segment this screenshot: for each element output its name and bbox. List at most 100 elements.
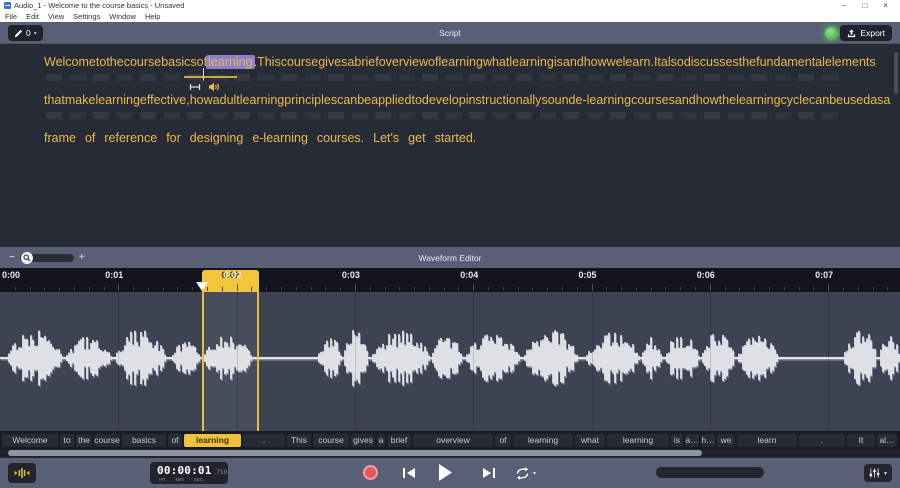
script-word[interactable]: elements xyxy=(825,55,876,70)
script-word[interactable]: learn. xyxy=(623,55,654,70)
word-chip[interactable]: what xyxy=(575,433,605,447)
word-chip[interactable]: . xyxy=(799,433,845,447)
script-word[interactable]: we xyxy=(607,55,623,70)
word-chip-selected[interactable]: learning xyxy=(184,433,241,447)
script-word[interactable]: learning. xyxy=(206,55,257,70)
menu-view[interactable]: View xyxy=(48,12,64,21)
script-word[interactable]: the xyxy=(106,55,123,70)
word-chip[interactable]: of xyxy=(495,433,511,447)
word-chip[interactable]: This xyxy=(287,433,311,447)
script-word[interactable]: as xyxy=(870,93,883,108)
script-word[interactable]: course xyxy=(124,55,162,70)
script-word[interactable]: effective, xyxy=(140,93,190,108)
word-chip[interactable]: of xyxy=(168,433,182,447)
word-chip[interactable]: learn xyxy=(737,433,797,447)
script-word[interactable]: frame xyxy=(44,131,76,146)
script-word[interactable]: courses xyxy=(631,93,675,108)
script-word[interactable]: Let's xyxy=(373,131,399,146)
word-chip[interactable]: al… xyxy=(877,433,897,447)
script-word[interactable]: how xyxy=(696,93,719,108)
menu-help[interactable]: Help xyxy=(145,12,160,21)
export-button[interactable]: Export xyxy=(840,25,892,41)
word-chip[interactable]: is xyxy=(671,433,683,447)
script-word[interactable]: courses. xyxy=(317,131,364,146)
word-chip[interactable]: brief xyxy=(387,433,411,447)
loop-button[interactable]: ▾ xyxy=(514,467,536,480)
script-word[interactable]: sound xyxy=(541,93,575,108)
script-word[interactable]: the xyxy=(719,93,736,108)
scrollbar-thumb[interactable] xyxy=(8,450,702,456)
menu-edit[interactable]: Edit xyxy=(26,12,39,21)
script-word[interactable]: also xyxy=(661,55,684,70)
waveform-fit-button[interactable] xyxy=(8,463,36,483)
script-word[interactable]: of xyxy=(85,131,95,146)
script-word[interactable]: adult xyxy=(213,93,240,108)
script-word[interactable]: fundamental xyxy=(756,55,825,70)
minimize-button[interactable]: – xyxy=(842,1,846,10)
word-chip[interactable]: learning xyxy=(513,433,573,447)
word-chip[interactable]: overview xyxy=(413,433,493,447)
menu-window[interactable]: Window xyxy=(109,12,136,21)
script-word[interactable]: to xyxy=(96,55,106,70)
script-word[interactable]: It xyxy=(654,55,661,70)
script-word[interactable]: for xyxy=(166,131,181,146)
script-word[interactable]: that xyxy=(44,93,65,108)
script-word[interactable]: to xyxy=(411,93,421,108)
word-chip[interactable]: basics xyxy=(122,433,166,447)
script-word[interactable]: what xyxy=(483,55,509,70)
script-word[interactable]: a xyxy=(347,55,354,70)
play-word-button[interactable] xyxy=(205,80,223,93)
word-chip[interactable]: Welcome xyxy=(2,433,58,447)
script-word[interactable]: started. xyxy=(435,131,477,146)
script-word[interactable]: cycle xyxy=(781,93,809,108)
script-word[interactable]: This xyxy=(257,55,281,70)
timecode-display[interactable]: 00:00:01 .710 HR MIN SEC xyxy=(150,462,228,484)
word-chip[interactable]: course xyxy=(94,433,120,447)
script-word[interactable]: basics xyxy=(161,55,196,70)
script-word[interactable]: designing xyxy=(190,131,244,146)
close-button[interactable]: × xyxy=(883,1,888,10)
highlighted-word[interactable]: learning xyxy=(206,55,255,69)
script-word[interactable]: how xyxy=(584,55,607,70)
word-chip[interactable]: It xyxy=(847,433,875,447)
word-chip[interactable]: a… xyxy=(685,433,699,447)
script-word[interactable]: the xyxy=(739,55,756,70)
word-chip[interactable]: h… xyxy=(701,433,715,447)
waveform-selection[interactable] xyxy=(202,292,259,431)
script-word[interactable]: develop xyxy=(422,93,466,108)
script-word[interactable]: learning xyxy=(736,93,780,108)
skip-forward-button[interactable] xyxy=(482,467,496,479)
menu-settings[interactable]: Settings xyxy=(73,12,100,21)
play-button[interactable] xyxy=(438,464,453,481)
script-word[interactable]: learning xyxy=(509,55,553,70)
script-word[interactable]: how xyxy=(190,93,213,108)
record-button[interactable] xyxy=(363,465,378,480)
script-word[interactable]: discusses xyxy=(684,55,739,70)
script-word[interactable]: gives xyxy=(318,55,347,70)
script-word[interactable]: learning xyxy=(438,55,482,70)
word-chip[interactable]: . xyxy=(243,433,285,447)
mixer-button[interactable]: ▾ xyxy=(864,464,892,482)
script-word[interactable]: e-learning xyxy=(576,93,632,108)
stretch-word-button[interactable] xyxy=(186,80,204,93)
maximize-button[interactable]: □ xyxy=(862,1,867,10)
script-word[interactable]: make xyxy=(65,93,96,108)
script-word[interactable]: learning xyxy=(95,93,139,108)
script-word[interactable]: brief xyxy=(354,55,378,70)
word-chip[interactable]: gives xyxy=(351,433,375,447)
horizontal-scrollbar[interactable] xyxy=(0,449,900,458)
script-word[interactable]: be xyxy=(829,93,843,108)
menu-file[interactable]: File xyxy=(5,12,17,21)
script-scrollbar[interactable] xyxy=(894,52,898,94)
waveform-canvas[interactable] xyxy=(0,292,900,431)
script-word[interactable]: instructionally xyxy=(466,93,542,108)
script-word[interactable]: e-learning xyxy=(252,131,308,146)
script-word[interactable]: can xyxy=(809,93,829,108)
script-word[interactable]: learning xyxy=(240,93,284,108)
script-word[interactable]: is xyxy=(554,55,563,70)
word-chip[interactable]: learning xyxy=(607,433,669,447)
script-word[interactable]: be xyxy=(357,93,371,108)
transcript-pane[interactable]: Welcome to the course basics of learning. This c… xyxy=(0,44,900,247)
word-chip[interactable]: to xyxy=(60,433,74,447)
word-chip[interactable]: course xyxy=(313,433,349,447)
